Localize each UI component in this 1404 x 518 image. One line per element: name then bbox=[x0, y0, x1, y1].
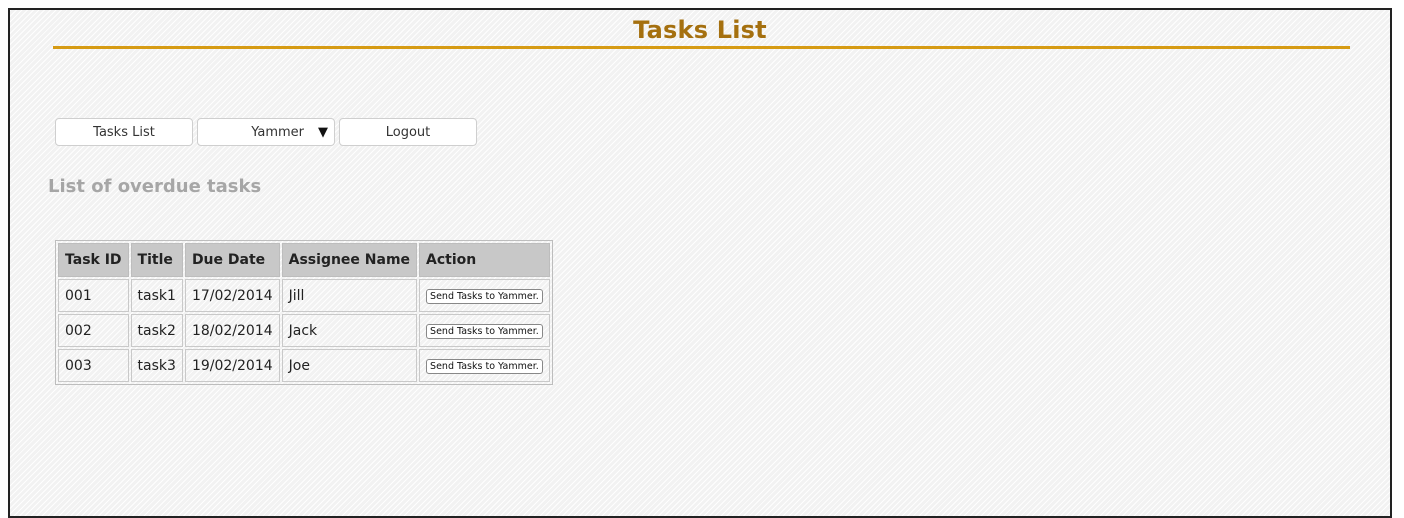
yammer-dropdown[interactable]: Yammer ▼ bbox=[197, 118, 335, 146]
cell-assignee: Joe bbox=[281, 349, 418, 382]
cell-title: task2 bbox=[130, 314, 183, 347]
overdue-tasks-table: Task ID Title Due Date Assignee Name Act… bbox=[55, 240, 553, 385]
logout-label: Logout bbox=[385, 124, 431, 140]
cell-assignee: Jill bbox=[281, 279, 418, 312]
column-header-title: Title bbox=[130, 243, 183, 277]
dropdown-caret-icon: ▼ bbox=[318, 124, 328, 140]
cell-assignee: Jack bbox=[281, 314, 418, 347]
title-divider bbox=[53, 46, 1350, 49]
cell-due-date: 19/02/2014 bbox=[184, 349, 280, 382]
tasks-list-label: Tasks List bbox=[93, 124, 155, 140]
table-row: 001 task1 17/02/2014 Jill Send Tasks to … bbox=[58, 279, 550, 312]
cell-due-date: 17/02/2014 bbox=[184, 279, 280, 312]
page-title: Tasks List bbox=[633, 16, 767, 44]
send-to-yammer-button[interactable]: Send Tasks to Yammer. bbox=[426, 289, 543, 304]
cell-title: task1 bbox=[130, 279, 183, 312]
cell-task-id: 002 bbox=[58, 314, 129, 347]
send-to-yammer-button[interactable]: Send Tasks to Yammer. bbox=[426, 324, 543, 339]
cell-task-id: 003 bbox=[58, 349, 129, 382]
cell-task-id: 001 bbox=[58, 279, 129, 312]
table-header-row: Task ID Title Due Date Assignee Name Act… bbox=[58, 243, 550, 277]
nav-bar: Tasks List Yammer ▼ Logout bbox=[55, 118, 477, 146]
yammer-label: Yammer bbox=[251, 124, 304, 140]
cell-title: task3 bbox=[130, 349, 183, 382]
page-frame: Tasks List Tasks List Yammer ▼ Logout Li… bbox=[8, 8, 1392, 518]
column-header-assignee-name: Assignee Name bbox=[281, 243, 418, 277]
section-heading: List of overdue tasks bbox=[48, 176, 262, 197]
table-row: 003 task3 19/02/2014 Joe Send Tasks to Y… bbox=[58, 349, 550, 382]
column-header-task-id: Task ID bbox=[58, 243, 129, 277]
cell-action: Send Tasks to Yammer. bbox=[419, 349, 550, 382]
table-row: 002 task2 18/02/2014 Jack Send Tasks to … bbox=[58, 314, 550, 347]
logout-button[interactable]: Logout bbox=[339, 118, 477, 146]
cell-action: Send Tasks to Yammer. bbox=[419, 314, 550, 347]
cell-due-date: 18/02/2014 bbox=[184, 314, 280, 347]
tasks-list-button[interactable]: Tasks List bbox=[55, 118, 193, 146]
cell-action: Send Tasks to Yammer. bbox=[419, 279, 550, 312]
column-header-due-date: Due Date bbox=[184, 243, 280, 277]
column-header-action: Action bbox=[419, 243, 550, 277]
send-to-yammer-button[interactable]: Send Tasks to Yammer. bbox=[426, 359, 543, 374]
